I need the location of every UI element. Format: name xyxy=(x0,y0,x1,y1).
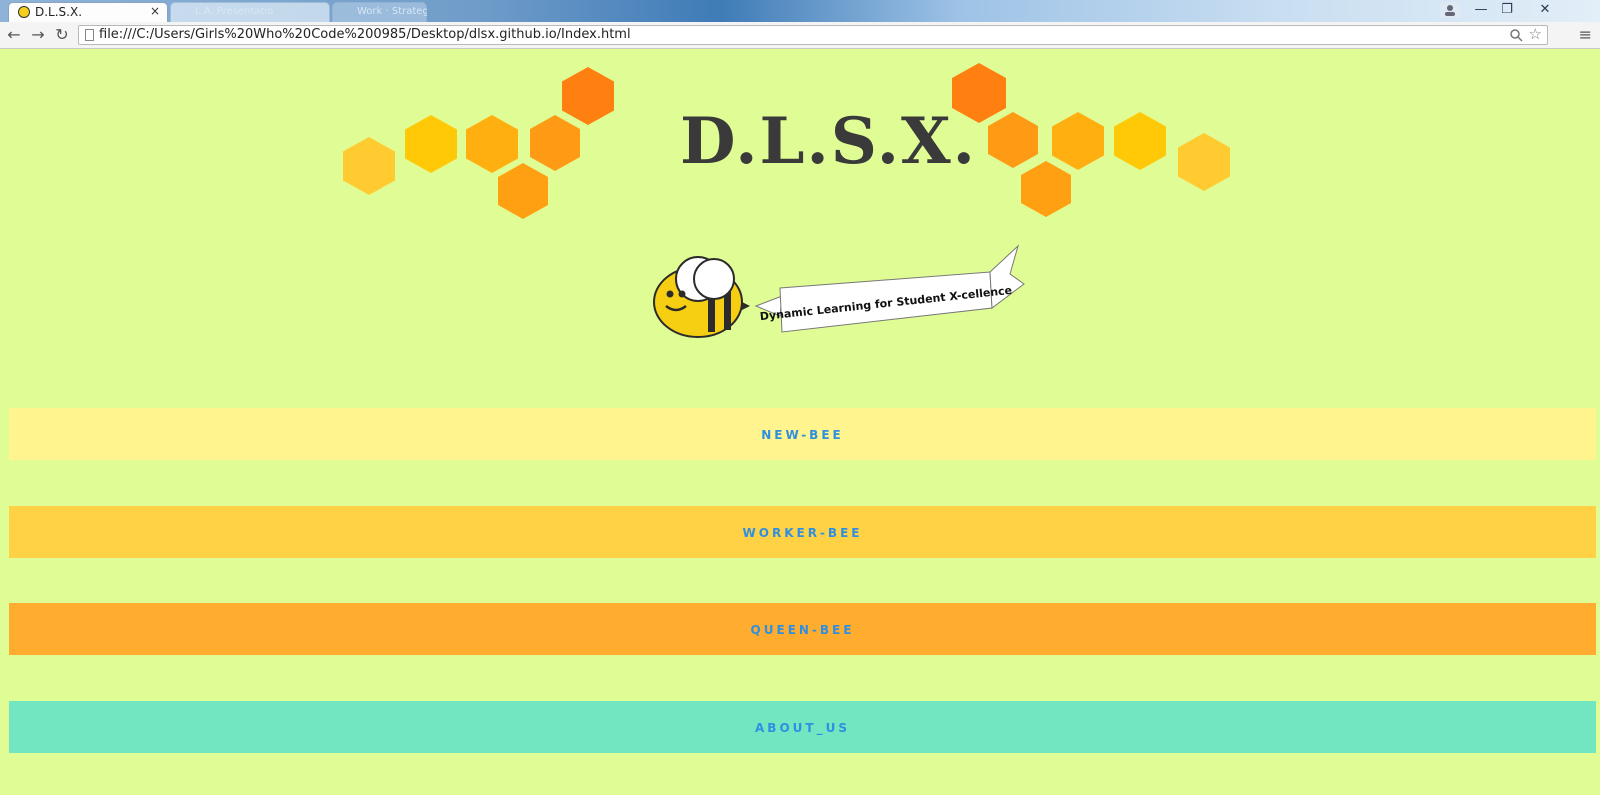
tab-active[interactable]: D.L.S.X. × xyxy=(8,2,168,22)
nav-new-bee[interactable]: NEW-BEE xyxy=(9,408,1596,460)
hexagon-right-2 xyxy=(988,112,1038,168)
nav-queen-bee[interactable]: QUEEN-BEE xyxy=(9,603,1596,655)
minimize-button[interactable]: — xyxy=(1470,2,1492,18)
nav-about-us-label[interactable]: ABOUT_US xyxy=(755,721,850,735)
nav-worker-bee[interactable]: WORKER-BEE xyxy=(9,506,1596,558)
nav-worker-bee-label[interactable]: WORKER-BEE xyxy=(743,526,863,540)
back-arrow-icon[interactable]: ← xyxy=(4,25,24,45)
url-text[interactable]: file:///C:/Users/Girls%20Who%20Code%2009… xyxy=(99,27,631,42)
tab-background-2[interactable]: Work · Strateg xyxy=(332,2,427,22)
search-icon[interactable] xyxy=(1510,26,1523,46)
restore-button[interactable]: ❐ xyxy=(1496,2,1518,18)
bookmark-star-icon[interactable]: ☆ xyxy=(1529,25,1542,43)
bee-mascot-banner: Dynamic Learning for Student X-cellence xyxy=(653,244,1025,338)
tab-background-1-title: L.A. Presentatio xyxy=(195,6,274,17)
forward-arrow-icon[interactable]: → xyxy=(28,25,48,45)
nav-about-us[interactable]: ABOUT_US xyxy=(9,701,1596,753)
browser-title-bar: D.L.S.X. × L.A. Presentatio Work · Strat… xyxy=(0,0,1600,22)
profile-icon[interactable] xyxy=(1440,2,1460,18)
hexagon-left-2 xyxy=(405,115,457,173)
page-icon xyxy=(85,29,94,41)
tab-background-1[interactable]: L.A. Presentatio xyxy=(170,2,330,22)
hexagon-right-6 xyxy=(1021,161,1071,217)
site-logo-title: D.L.S.X. xyxy=(680,104,977,179)
address-bar[interactable]: file:///C:/Users/Girls%20Who%20Code%2009… xyxy=(78,25,1548,45)
reload-icon[interactable]: ↻ xyxy=(52,25,72,45)
tab-close-icon[interactable]: × xyxy=(150,4,160,18)
menu-icon[interactable]: ≡ xyxy=(1579,25,1592,44)
hexagon-left-5 xyxy=(562,67,614,125)
ribbon-banner: Dynamic Learning for Student X-cellence xyxy=(754,244,1025,333)
close-window-button[interactable]: ✕ xyxy=(1532,2,1558,18)
bee-favicon-icon xyxy=(18,6,30,18)
bee-icon xyxy=(653,256,750,338)
hexagon-left-1 xyxy=(343,137,395,195)
tab-title: D.L.S.X. xyxy=(35,5,83,19)
hexagon-right-4 xyxy=(1114,112,1166,170)
nav-queen-bee-label[interactable]: QUEEN-BEE xyxy=(751,623,855,637)
tab-background-2-title: Work · Strateg xyxy=(357,6,427,17)
page-viewport: D.L.S.X. Dynamic Learning for Student X-… xyxy=(0,49,1600,795)
browser-toolbar: ← → ↻ file:///C:/Users/Girls%20Who%20Cod… xyxy=(0,22,1600,49)
hexagon-right-5 xyxy=(1178,133,1230,191)
nav-new-bee-label[interactable]: NEW-BEE xyxy=(761,428,843,442)
hexagon-left-6 xyxy=(498,163,548,219)
